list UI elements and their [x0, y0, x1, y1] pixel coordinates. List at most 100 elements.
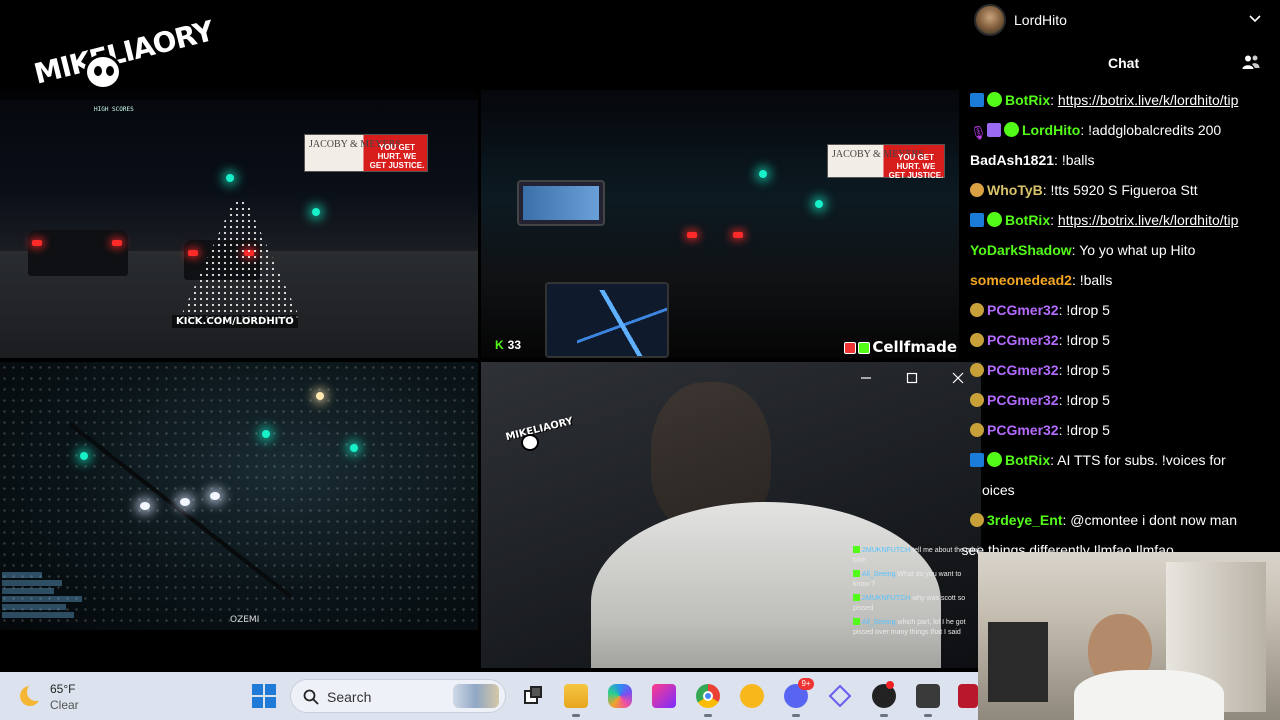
traffic-light: [226, 174, 234, 182]
chat-message[interactable]: YoDarkShadow: Yo yo what up Hito: [970, 236, 1195, 266]
avatar[interactable]: [974, 4, 1006, 36]
chat-title: Chat: [1108, 55, 1140, 71]
users-icon[interactable]: [1242, 54, 1260, 70]
chat-username[interactable]: someonedead2: [970, 272, 1072, 288]
running-indicator: [572, 714, 580, 717]
chat-separator: :: [1054, 152, 1062, 168]
chat-panel[interactable]: BotRix: https://botrix.live/k/lordhito/t…: [962, 86, 1280, 556]
running-indicator: [924, 714, 932, 717]
chat-message[interactable]: PCGmer32: !drop 5: [970, 356, 1110, 386]
verified-badge-icon: [987, 452, 1002, 467]
chat-message[interactable]: 🎙 LordHito: !addglobalcredits 200: [970, 116, 1221, 146]
chat-username[interactable]: YoDarkShadow: [970, 242, 1072, 258]
chat-username[interactable]: BotRix: [1005, 92, 1050, 108]
headlight: [140, 502, 150, 510]
brightness-icon[interactable]: [740, 684, 764, 708]
chat-username[interactable]: PCGmer32: [987, 422, 1059, 438]
chrome-icon[interactable]: [696, 684, 720, 708]
minimize-button[interactable]: [843, 364, 889, 390]
chat-username[interactable]: BadAsh1821: [970, 152, 1054, 168]
start-tile: [265, 684, 276, 695]
discord-icon[interactable]: 9+: [784, 678, 814, 708]
chat-message[interactable]: PCGmer32: !drop 5: [970, 296, 1110, 326]
billboard: JACOBY & MEYERS YOU GET HURT. WE GET JUS…: [827, 144, 945, 180]
chat-message[interactable]: BotRix: https://botrix.live/k/lordhito/t…: [970, 206, 1238, 236]
obsidian-icon[interactable]: [828, 684, 852, 708]
chat-username[interactable]: PCGmer32: [987, 362, 1059, 378]
headlight: [210, 492, 220, 500]
chat-username[interactable]: BotRix: [1005, 212, 1050, 228]
tail-light: [188, 250, 198, 256]
taskbar-search[interactable]: Search: [290, 679, 506, 713]
file-explorer-icon[interactable]: [564, 684, 588, 708]
webcam-window[interactable]: MIKELIAORY 2MUKNFUTCH tell me about the …: [481, 362, 981, 668]
gift-badge-icon: [987, 123, 1001, 137]
chat-username[interactable]: WhoTyB: [987, 182, 1043, 198]
app-icon[interactable]: [916, 684, 940, 708]
start-tile: [252, 684, 263, 695]
chat-message[interactable]: BotRix: https://botrix.live/k/lordhito/t…: [970, 86, 1238, 116]
mini-chat-line: [2, 604, 66, 610]
kick-badge-icon: [853, 618, 860, 625]
chat-message[interactable]: BadAsh1821: !balls: [970, 146, 1095, 176]
chat-text: @cmontee i dont now man: [1070, 512, 1238, 528]
traffic-light: [759, 170, 767, 178]
car: [28, 230, 128, 276]
chat-username[interactable]: PCGmer32: [987, 332, 1059, 348]
windows-start-icon[interactable]: [252, 684, 276, 708]
bot-badge-icon: [970, 453, 984, 467]
task-view-icon[interactable]: [520, 684, 544, 708]
badge-icon: [844, 341, 857, 354]
weather-widget[interactable]: 65°F Clear: [18, 680, 118, 714]
chat-username[interactable]: PCGmer32: [987, 302, 1059, 318]
video-pane-rain[interactable]: OZEMI: [0, 362, 478, 630]
profile-header[interactable]: LordHito: [972, 4, 1280, 40]
video-pane-interior[interactable]: JACOBY & MEYERS YOU GET HURT. WE GET JUS…: [481, 90, 959, 358]
logo-mascot-icon: [84, 54, 122, 90]
chat-message[interactable]: PCGmer32: !drop 5: [970, 326, 1110, 356]
copilot-icon[interactable]: [608, 684, 632, 708]
mini-chat-line: [2, 580, 62, 586]
chat-username[interactable]: BotRix: [1005, 452, 1050, 468]
video-chat-user: All_Seeing: [862, 619, 896, 626]
chat-link[interactable]: https://botrix.live/k/lordhito/tip: [1058, 212, 1239, 228]
chat-text: !balls: [1079, 272, 1113, 288]
chrome-center: [703, 691, 713, 701]
high-scores-overlay: HIGH SCORES: [94, 106, 134, 113]
maximize-button[interactable]: [889, 364, 935, 390]
chat-message[interactable]: PCGmer32: !drop 5: [970, 386, 1110, 416]
video-chat-user: 2MUKNFUTCH: [862, 595, 911, 602]
chat-message[interactable]: BotRix: AI TTS for subs. !voices for: [970, 446, 1226, 476]
desktop-screen: MIKELIAORY HIGH SCORES JACOBY & MEYERS Y…: [0, 0, 1280, 720]
streamer-watermark: Cellfmade: [844, 338, 957, 356]
search-placeholder: Search: [327, 689, 372, 705]
verified-badge-icon: [1004, 122, 1019, 137]
running-indicator: [880, 714, 888, 717]
chat-link[interactable]: https://botrix.live/k/lordhito/tip: [1058, 92, 1239, 108]
chat-text: !drop 5: [1066, 332, 1110, 348]
chat-username[interactable]: 3rdeye_Ent: [987, 512, 1062, 528]
traffic-light: [312, 208, 320, 216]
chat-username[interactable]: PCGmer32: [987, 392, 1059, 408]
sticker-text: MIKELIAORY: [504, 415, 575, 444]
chat-message[interactable]: someonedead2: !balls: [970, 266, 1112, 296]
task-view-window: [530, 686, 542, 698]
chevron-down-icon[interactable]: [1248, 12, 1262, 26]
start-tile: [265, 697, 276, 708]
chat-message[interactable]: 3rdeye_Ent: @cmontee i dont now man: [970, 506, 1237, 536]
chat-message[interactable]: PCGmer32: !drop 5: [970, 416, 1110, 446]
weather-condition: Clear: [50, 698, 79, 712]
obs-icon[interactable]: [872, 681, 896, 708]
chat-message[interactable]: oices: [982, 476, 1015, 506]
moon-icon: [20, 683, 45, 706]
verified-badge-icon: [987, 92, 1002, 107]
chat-separator: :: [1050, 92, 1058, 108]
chat-message[interactable]: WhoTyB: !tts 5920 S Figueroa Stt: [970, 176, 1198, 206]
picsart-icon[interactable]: [652, 684, 676, 708]
chat-username[interactable]: LordHito: [1022, 122, 1080, 138]
app-icon[interactable]: [958, 684, 978, 708]
video-chat-message: 2MUKNFUTCH tell me about the mini bike: [853, 546, 979, 566]
mini-chat-line: [2, 572, 42, 578]
watermark-name: Cellfmade: [872, 338, 957, 356]
video-pane-dashcam-front[interactable]: HIGH SCORES JACOBY & MEYERS YOU GET HURT…: [0, 90, 478, 358]
